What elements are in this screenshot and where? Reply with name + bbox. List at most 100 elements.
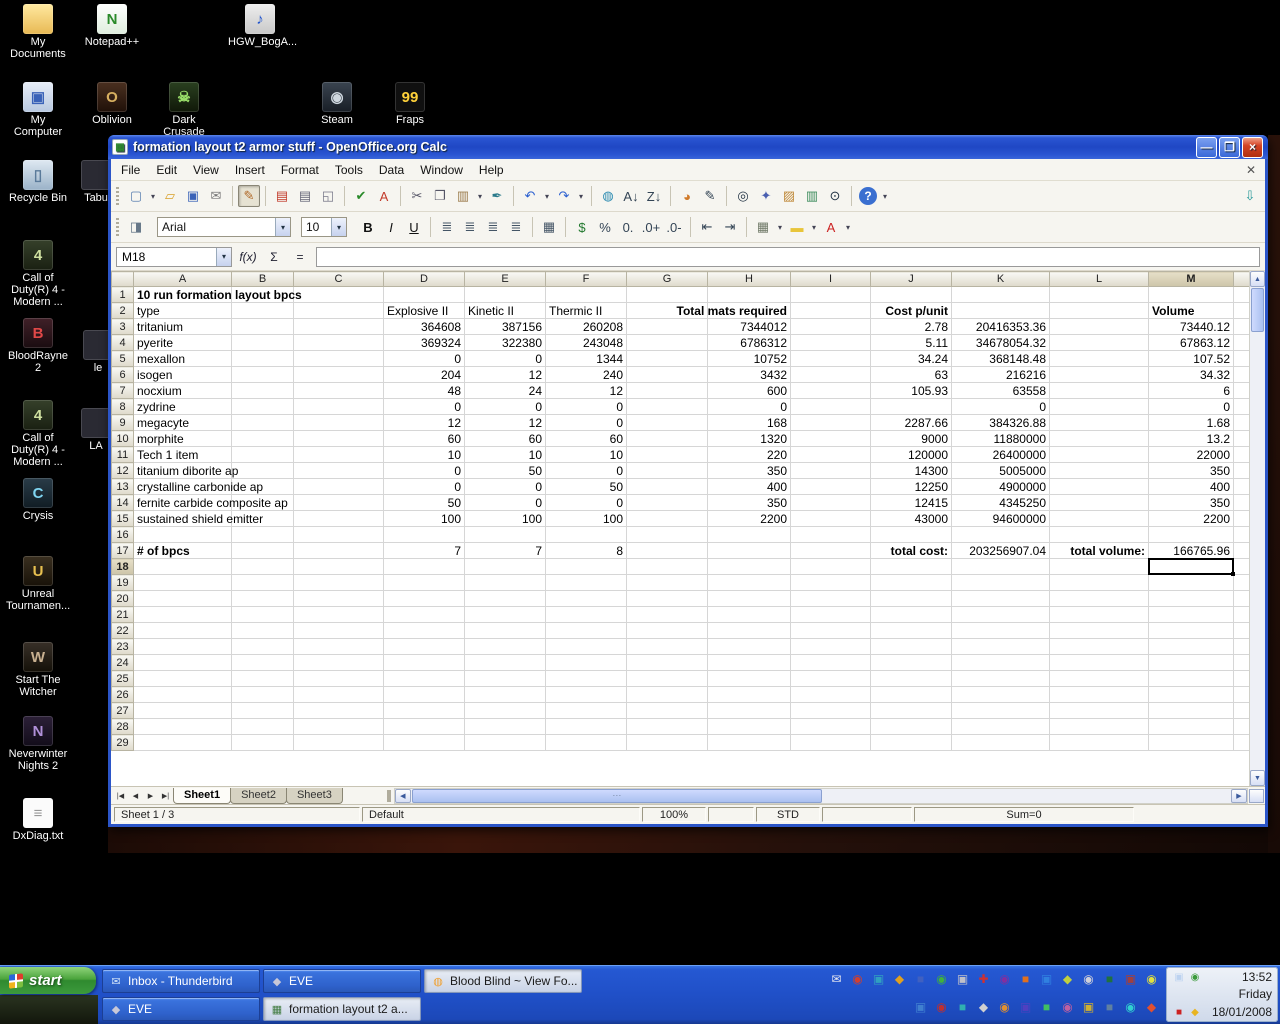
cell-F5[interactable]: 1344 [545, 350, 627, 367]
cell-C2[interactable] [293, 302, 384, 319]
maximize-button[interactable]: ❐ [1219, 136, 1240, 158]
tray-icon[interactable]: ▣ [1017, 998, 1034, 1015]
status-insert-mode[interactable] [708, 807, 754, 822]
cell-A28[interactable] [133, 718, 232, 735]
cell-D27[interactable] [383, 702, 465, 719]
split-handle[interactable] [1249, 788, 1264, 803]
tray-icon[interactable]: ◆ [1188, 1005, 1202, 1019]
cell-B9[interactable] [231, 414, 294, 431]
cell-D21[interactable] [383, 606, 465, 623]
column-header-F[interactable]: F [545, 271, 627, 287]
cell-G28[interactable] [626, 718, 708, 735]
cell-E29[interactable] [464, 734, 546, 751]
scroll-right-icon[interactable]: ▶ [1231, 788, 1247, 803]
cell-D18[interactable] [383, 558, 465, 575]
cell-M7[interactable]: 6 [1148, 382, 1234, 399]
cell-L12[interactable] [1049, 462, 1149, 479]
row-header-11[interactable]: 11 [111, 446, 134, 463]
cell-B25[interactable] [231, 670, 294, 687]
cell-G14[interactable] [626, 494, 708, 511]
cell-I26[interactable] [790, 686, 871, 703]
cell-I10[interactable] [790, 430, 871, 447]
desktop-icon-my-computer[interactable]: ▣ My Computer [6, 82, 70, 138]
cell-H6[interactable]: 3432 [707, 366, 791, 383]
tray-icon[interactable]: ■ [1017, 970, 1034, 987]
cell-E27[interactable] [464, 702, 546, 719]
draw-functions-icon[interactable]: ✎ [699, 185, 721, 207]
cell-C24[interactable] [293, 654, 384, 671]
cell-I8[interactable] [790, 398, 871, 415]
cell-B24[interactable] [231, 654, 294, 671]
cell-E8[interactable]: 0 [464, 398, 546, 415]
cell-H18[interactable] [707, 558, 791, 575]
cell-M8[interactable]: 0 [1148, 398, 1234, 415]
cell-E6[interactable]: 12 [464, 366, 546, 383]
cell-F8[interactable]: 0 [545, 398, 627, 415]
column-header-G[interactable]: G [626, 271, 708, 287]
bold-icon[interactable]: B [357, 216, 379, 238]
cell-C19[interactable] [293, 574, 384, 591]
cell-A20[interactable] [133, 590, 232, 607]
cell-A1[interactable]: 10 run formation layout bpcs [133, 286, 302, 303]
cell-C17[interactable] [293, 542, 384, 559]
cell-I3[interactable] [790, 318, 871, 335]
row-header-29[interactable]: 29 [111, 734, 134, 751]
cell-J22[interactable] [870, 622, 952, 639]
chevron-down-icon[interactable]: ▾ [542, 192, 552, 201]
cell-E22[interactable] [464, 622, 546, 639]
cell-L29[interactable] [1049, 734, 1149, 751]
cell-B16[interactable] [231, 526, 294, 543]
cell-J24[interactable] [870, 654, 952, 671]
cell-J9[interactable]: 2287.66 [870, 414, 952, 431]
edit-file-icon[interactable]: ✎ [238, 185, 260, 207]
cell-E4[interactable]: 322380 [464, 334, 546, 351]
cell-K27[interactable] [951, 702, 1050, 719]
status-sum[interactable]: Sum=0 [914, 807, 1134, 822]
chevron-down-icon[interactable]: ▾ [880, 192, 890, 201]
cell-I6[interactable] [790, 366, 871, 383]
cell-G10[interactable] [626, 430, 708, 447]
cell-H26[interactable] [707, 686, 791, 703]
tab-splitter[interactable] [386, 789, 391, 802]
cell-H11[interactable]: 220 [707, 446, 791, 463]
cell-K15[interactable]: 94600000 [951, 510, 1050, 527]
chevron-down-icon[interactable]: ▾ [809, 223, 819, 232]
cell-H22[interactable] [707, 622, 791, 639]
cell-H8[interactable]: 0 [707, 398, 791, 415]
tray-icon[interactable]: ◆ [1059, 970, 1076, 987]
print-icon[interactable]: ▤ [294, 185, 316, 207]
cell-B11[interactable] [231, 446, 294, 463]
menu-insert[interactable]: Insert [227, 160, 273, 180]
cell-C3[interactable] [293, 318, 384, 335]
cell-D13[interactable]: 0 [383, 478, 465, 495]
formula-input[interactable] [316, 246, 1260, 267]
cell-J5[interactable]: 34.24 [870, 350, 952, 367]
cell-I17[interactable] [790, 542, 871, 559]
cell-L23[interactable] [1049, 638, 1149, 655]
column-header-E[interactable]: E [464, 271, 546, 287]
desktop-icon-steam[interactable]: ◉ Steam [305, 82, 369, 126]
cell-F25[interactable] [545, 670, 627, 687]
cell-K8[interactable]: 0 [951, 398, 1050, 415]
row-header-27[interactable]: 27 [111, 702, 134, 719]
desktop-icon-neverwinter-nights-2[interactable]: N Neverwinter Nights 2 [6, 716, 70, 772]
cell-H13[interactable]: 400 [707, 478, 791, 495]
cell-J17[interactable]: total cost: [870, 542, 952, 559]
cell-L22[interactable] [1049, 622, 1149, 639]
cell-E13[interactable]: 0 [464, 478, 546, 495]
cell-K20[interactable] [951, 590, 1050, 607]
chevron-down-icon[interactable]: ▾ [275, 218, 290, 236]
cell-M22[interactable] [1148, 622, 1234, 639]
cell-E28[interactable] [464, 718, 546, 735]
cell-L13[interactable] [1049, 478, 1149, 495]
cell-I23[interactable] [790, 638, 871, 655]
cell-L1[interactable] [1049, 286, 1149, 303]
cell-L14[interactable] [1049, 494, 1149, 511]
cell-D12[interactable]: 0 [383, 462, 465, 479]
cell-H21[interactable] [707, 606, 791, 623]
cell-F11[interactable]: 10 [545, 446, 627, 463]
cell-M29[interactable] [1148, 734, 1234, 751]
cell-G17[interactable] [626, 542, 708, 559]
cell-G13[interactable] [626, 478, 708, 495]
cell-L17[interactable]: total volume: [1049, 542, 1149, 559]
